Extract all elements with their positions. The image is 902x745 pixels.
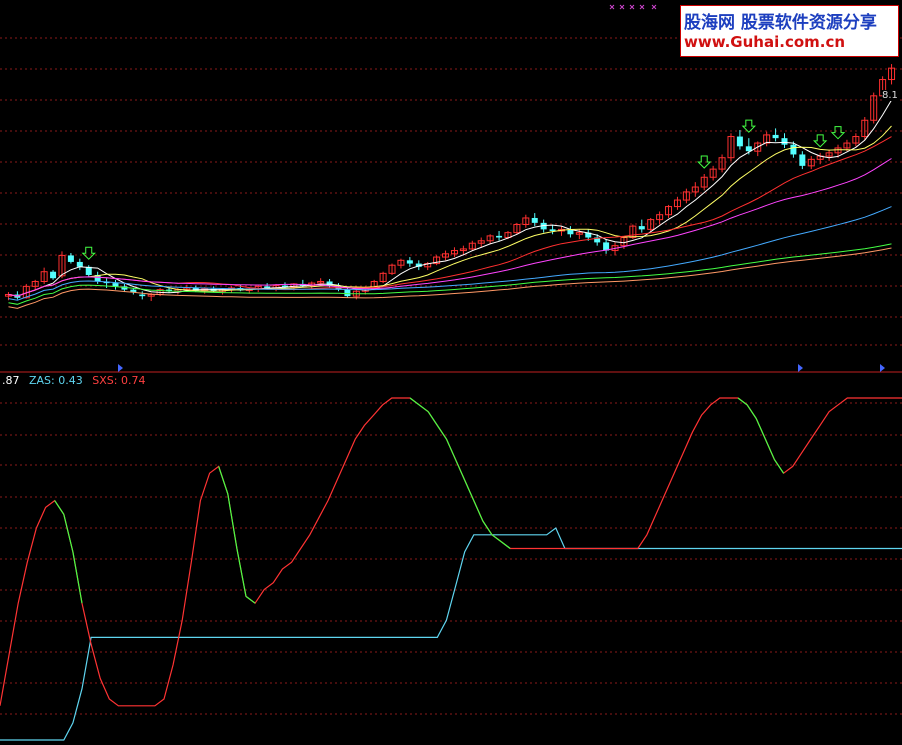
candle-body-down bbox=[344, 289, 351, 297]
series-segment-falling bbox=[473, 500, 484, 522]
candle-body-down bbox=[772, 134, 779, 139]
series-line-zas bbox=[0, 527, 902, 741]
marker-icon bbox=[118, 364, 123, 372]
candle-body-down bbox=[736, 136, 743, 147]
ma-line-30 bbox=[8, 158, 892, 297]
site-watermark-logo: 股海网 股票软件资源分享 www.Guhai.com.cn bbox=[680, 5, 899, 57]
cross-marker-icon bbox=[609, 4, 615, 10]
candle-body-down bbox=[531, 217, 538, 223]
watermark-title: 股海网 股票软件资源分享 bbox=[684, 13, 877, 33]
series-segment-falling bbox=[455, 459, 466, 481]
series-segment-falling bbox=[773, 459, 785, 474]
series-segment-falling bbox=[418, 404, 429, 413]
series-segment-falling bbox=[245, 595, 256, 604]
series-segment-falling bbox=[746, 404, 757, 419]
candle-body-down bbox=[638, 226, 645, 230]
series-segment-falling bbox=[464, 479, 475, 501]
cross-marker-icon bbox=[651, 4, 657, 10]
ma-line-20 bbox=[8, 136, 892, 297]
buy-arrow-icon bbox=[81, 246, 96, 260]
series-segment-falling bbox=[409, 397, 420, 406]
legend-value-1: ZAS: 0.43 bbox=[29, 374, 83, 387]
stock-chart bbox=[0, 4, 902, 741]
buy-arrow-icon bbox=[812, 134, 828, 148]
candle-body-down bbox=[112, 283, 119, 287]
legend-value-2: SXS: 0.74 bbox=[92, 374, 146, 387]
cross-marker-icon bbox=[639, 4, 645, 10]
series-segment-falling bbox=[218, 466, 229, 494]
series-segment-falling bbox=[236, 548, 247, 597]
legend-value-0: .87 bbox=[2, 374, 20, 387]
series-line-sxs bbox=[0, 397, 902, 707]
series-segment-falling bbox=[72, 551, 83, 604]
cross-marker-icon bbox=[629, 4, 635, 10]
indicator-legend: .87 ZAS: 0.43 SXS: 0.74 bbox=[2, 374, 151, 387]
series-segment-falling bbox=[737, 397, 748, 406]
series-segment-falling bbox=[227, 493, 238, 549]
candle-body-down bbox=[67, 255, 74, 262]
oscillator-lines bbox=[0, 397, 902, 741]
series-segment-falling bbox=[54, 500, 65, 515]
candle-body-down bbox=[76, 261, 83, 267]
series-segment-falling bbox=[445, 438, 457, 460]
buy-arrow-icon bbox=[741, 119, 757, 133]
buy-arrows bbox=[81, 119, 846, 260]
buy-arrow-icon bbox=[830, 126, 846, 140]
series-segment-falling bbox=[755, 418, 766, 440]
candle-body-down bbox=[549, 229, 556, 231]
candle-body-down bbox=[496, 235, 503, 238]
series-segment-falling bbox=[500, 541, 511, 549]
candle-body-down bbox=[139, 294, 146, 297]
candle-body-down bbox=[799, 154, 806, 166]
price-tag: 8.1 bbox=[882, 90, 898, 101]
watermark-url: www.Guhai.com.cn bbox=[684, 33, 846, 51]
series-segment-falling bbox=[427, 411, 438, 426]
candle-body-down bbox=[406, 260, 413, 264]
candle-body-down bbox=[790, 144, 797, 155]
series-segment-falling bbox=[491, 534, 502, 543]
series-segment-falling bbox=[764, 438, 775, 460]
series-segment-falling bbox=[63, 514, 74, 553]
cross-marker-icon bbox=[619, 4, 625, 10]
candle-body-down bbox=[781, 138, 788, 145]
series-segment-falling bbox=[436, 425, 447, 440]
marker-icon bbox=[798, 364, 803, 372]
buy-arrow-icon bbox=[697, 155, 712, 169]
marker-icon bbox=[880, 364, 885, 372]
candle-body-down bbox=[50, 271, 57, 279]
